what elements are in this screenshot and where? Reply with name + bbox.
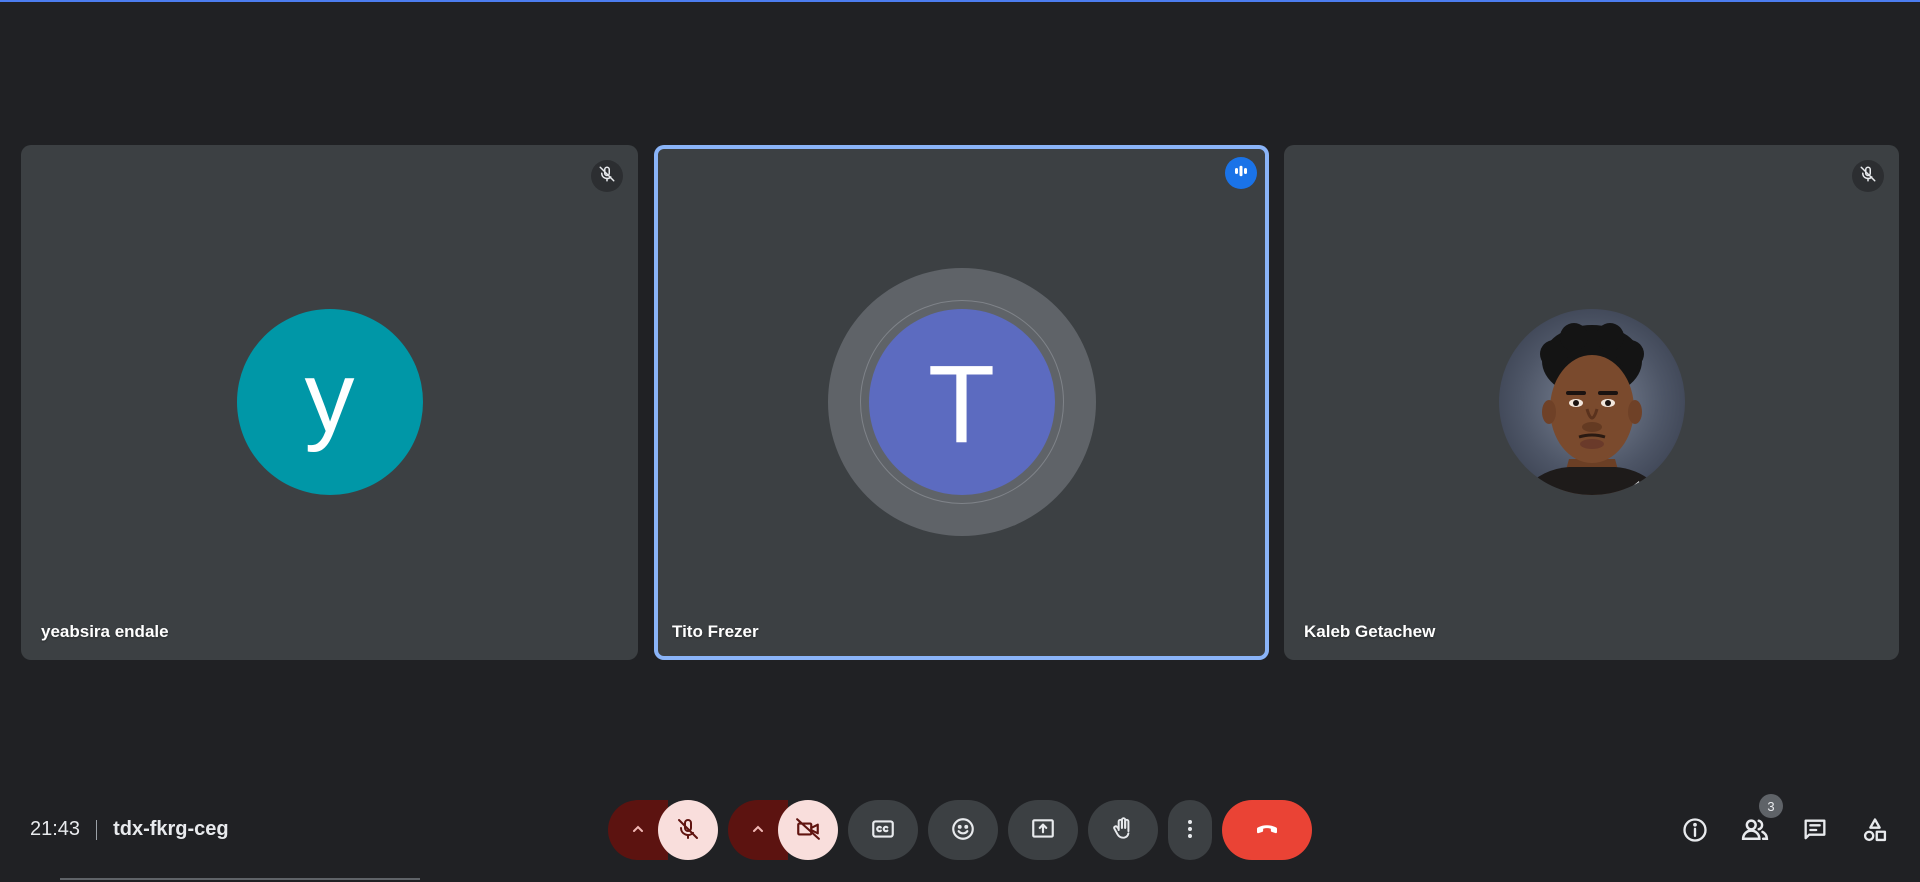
participant-count-badge: 3 bbox=[1759, 794, 1783, 818]
videocam-off-icon bbox=[795, 816, 821, 845]
chevron-up-icon bbox=[630, 821, 646, 840]
mic-off-indicator bbox=[591, 160, 623, 192]
mic-toggle-button[interactable] bbox=[658, 800, 718, 860]
call-end-icon bbox=[1252, 814, 1282, 847]
raise-hand-button[interactable] bbox=[1088, 800, 1158, 860]
present-screen-icon bbox=[1030, 816, 1056, 845]
activities-button[interactable] bbox=[1853, 810, 1897, 854]
participant-name: Kaleb Getachew bbox=[1304, 622, 1436, 641]
raise-hand-icon bbox=[1110, 816, 1136, 845]
camera-toggle-button[interactable] bbox=[778, 800, 838, 860]
avatar: T bbox=[868, 309, 1055, 495]
people-icon bbox=[1740, 815, 1770, 850]
audio-levels-icon bbox=[1232, 162, 1250, 185]
activities-icon bbox=[1861, 816, 1889, 849]
video-grid: y yeabsira endale T Tito Frezer Kaleb Ge… bbox=[0, 0, 1920, 790]
avatar: y bbox=[236, 309, 423, 495]
participant-tile-kaleb[interactable]: Kaleb Getachew bbox=[1284, 145, 1899, 660]
chevron-up-icon bbox=[750, 821, 766, 840]
avatar-container bbox=[1498, 309, 1685, 495]
present-button[interactable] bbox=[1008, 800, 1078, 860]
captions-button[interactable] bbox=[848, 800, 918, 860]
more-vert-icon bbox=[1178, 817, 1202, 844]
participant-tile-yeabsira[interactable]: y yeabsira endale bbox=[21, 145, 638, 660]
leave-call-button[interactable] bbox=[1222, 800, 1312, 860]
more-options-button[interactable] bbox=[1168, 800, 1212, 860]
mic-off-icon bbox=[598, 165, 616, 188]
avatar-initial: T bbox=[927, 343, 996, 466]
reactions-button[interactable] bbox=[928, 800, 998, 860]
speaking-ring-inner: T bbox=[859, 300, 1064, 504]
closed-caption-icon bbox=[870, 816, 896, 845]
meeting-code: tdx-fkrg-ceg bbox=[113, 818, 229, 840]
participant-name: Tito Frezer bbox=[672, 622, 759, 641]
participant-tile-tito[interactable]: T Tito Frezer bbox=[654, 145, 1269, 660]
participant-name: yeabsira endale bbox=[41, 622, 169, 641]
mic-off-indicator bbox=[1852, 160, 1884, 192]
divider bbox=[96, 819, 98, 840]
speaking-ring: T bbox=[827, 268, 1096, 536]
people-button[interactable]: 3 bbox=[1733, 794, 1783, 854]
mic-off-icon bbox=[1859, 165, 1877, 188]
meeting-info: 21:43 tdx-fkrg-ceg bbox=[30, 818, 229, 841]
progress-underline bbox=[60, 878, 420, 880]
meeting-details-button[interactable] bbox=[1673, 810, 1717, 854]
chat-icon bbox=[1801, 816, 1829, 849]
meeting-clock: 21:43 bbox=[30, 818, 81, 840]
info-icon bbox=[1681, 816, 1709, 849]
profile-photo bbox=[1498, 309, 1685, 495]
emoji-icon bbox=[950, 816, 976, 845]
avatar-initial: y bbox=[304, 341, 355, 453]
avatar-container: T bbox=[827, 268, 1096, 536]
avatar-container: y bbox=[236, 309, 423, 495]
chat-button[interactable] bbox=[1793, 810, 1837, 854]
mic-off-icon bbox=[676, 817, 700, 844]
speaking-indicator bbox=[1225, 157, 1257, 189]
